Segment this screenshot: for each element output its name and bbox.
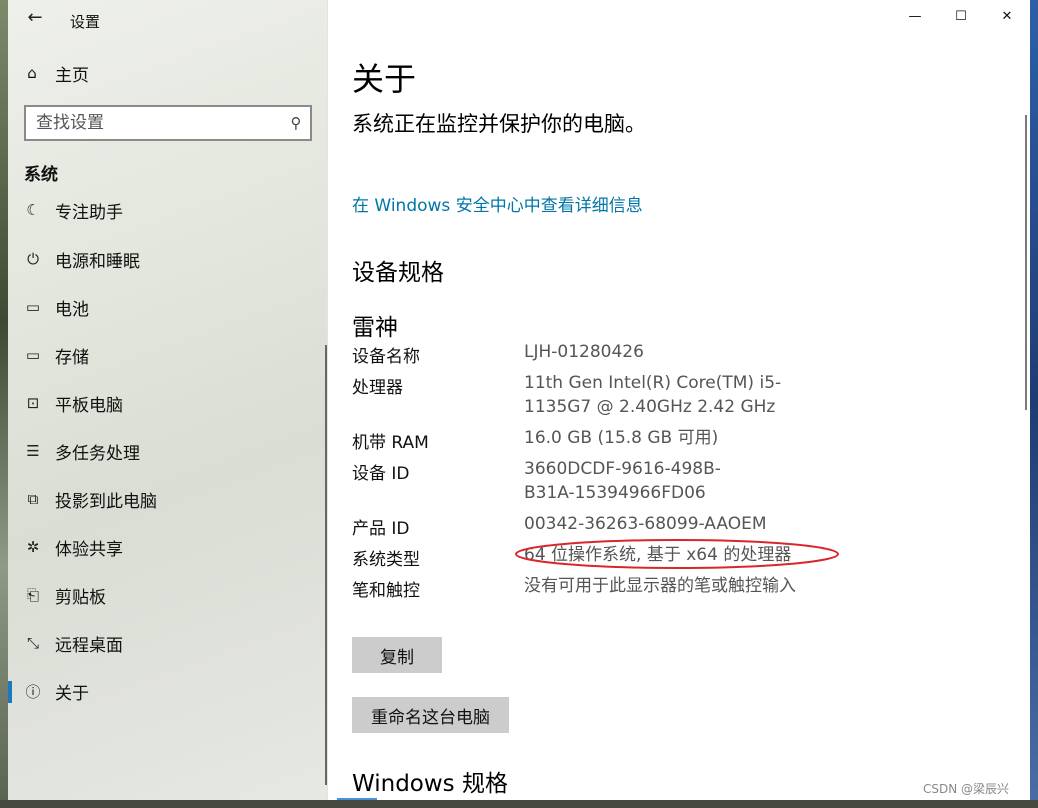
tablet-icon: ⊡ [26, 394, 40, 412]
sidebar-item-storage[interactable]: ▭ 存储 [8, 333, 326, 377]
app-title: 设置 [70, 13, 101, 31]
power-icon: ⏻ [27, 250, 39, 268]
sidebar-item-power-sleep[interactable]: ⏻ 电源和睡眠 [8, 237, 326, 281]
spec-label: 设备 ID [352, 464, 410, 484]
spec-value: LJH-01280426 [524, 342, 644, 362]
sidebar-item-project[interactable]: ⧉ 投影到此电脑 [8, 477, 326, 521]
search-input[interactable] [26, 107, 282, 139]
sidebar-item-label: 关于 [55, 683, 89, 704]
sidebar-item-label: 体验共享 [55, 539, 123, 560]
rename-pc-button[interactable]: 重命名这台电脑 [352, 697, 509, 733]
sidebar-item-battery[interactable]: ▭ 电池 [8, 285, 326, 329]
sidebar-item-home[interactable]: ⌂ 主页 [22, 58, 89, 88]
main-content: — ☐ ✕ 关于 系统正在监控并保护你的电脑。 在 Windows 安全中心中查… [328, 0, 1030, 800]
spec-value: 没有可用于此显示器的笔或触控输入 [524, 576, 796, 596]
sidebar-item-label: 专注助手 [55, 202, 123, 223]
home-icon: ⌂ [27, 64, 37, 82]
sidebar-item-label: 投影到此电脑 [55, 491, 157, 512]
storage-icon: ▭ [25, 346, 41, 364]
taskbar-indicator [337, 798, 377, 800]
sidebar-item-label: 电源和睡眠 [55, 251, 140, 272]
sidebar: ← 设置 ⌂ 主页 ⚲ 系统 ☾ 专注助手 ⏻ 电源和睡眠 ▭ 电池 [8, 0, 328, 800]
spec-label: 处理器 [352, 378, 403, 398]
desktop-background-bottom [0, 800, 1038, 808]
sidebar-item-label: 剪贴板 [55, 587, 106, 608]
watermark: CSDN @梁辰兴 [923, 782, 1010, 796]
spec-label: 产品 ID [352, 519, 410, 539]
spec-label: 机带 RAM [352, 433, 429, 453]
device-specs-title: 设备规格 [352, 260, 444, 286]
sidebar-item-clipboard[interactable]: ⎗ 剪贴板 [8, 573, 326, 617]
minimize-icon: — [908, 8, 922, 24]
maximize-button[interactable]: ☐ [938, 0, 984, 32]
sidebar-item-focus-assist[interactable]: ☾ 专注助手 [8, 196, 326, 232]
sidebar-item-tablet[interactable]: ⊡ 平板电脑 [8, 381, 326, 425]
desktop-background-right [1030, 0, 1038, 808]
spec-label: 设备名称 [352, 347, 420, 367]
sidebar-item-label: 平板电脑 [55, 395, 123, 416]
copy-button[interactable]: 复制 [352, 637, 442, 673]
content-scrollbar[interactable] [1025, 115, 1027, 410]
red-annotation-ellipse [515, 539, 839, 569]
battery-icon: ▭ [25, 298, 41, 316]
sidebar-item-remote-desktop[interactable]: ⤡ 远程桌面 [8, 621, 326, 665]
back-arrow-icon: ← [27, 6, 43, 28]
sidebar-item-multitasking[interactable]: ☰ 多任务处理 [8, 429, 326, 473]
sidebar-item-shared-experiences[interactable]: ✲ 体验共享 [8, 525, 326, 569]
caption-buttons: — ☐ ✕ [892, 0, 1030, 32]
sidebar-item-label: 多任务处理 [55, 443, 140, 464]
security-status-text: 系统正在监控并保护你的电脑。 [352, 112, 646, 136]
desktop-background-left [0, 0, 8, 808]
multitasking-icon: ☰ [26, 442, 40, 460]
spec-value: 3660DCDF-9616-498B-B31A-15394966FD06 [524, 459, 721, 503]
spec-label: 笔和触控 [352, 581, 420, 601]
sidebar-item-label: 存储 [55, 347, 89, 368]
settings-window: ← 设置 ⌂ 主页 ⚲ 系统 ☾ 专注助手 ⏻ 电源和睡眠 ▭ 电池 [8, 0, 1030, 800]
focus-assist-icon: ☾ [26, 201, 40, 219]
close-icon: ✕ [1001, 8, 1013, 24]
windows-specs-title: Windows 规格 [352, 771, 508, 797]
close-button[interactable]: ✕ [984, 0, 1030, 32]
sidebar-item-about[interactable]: ⓘ 关于 [8, 669, 326, 713]
page-title: 关于 [352, 60, 417, 98]
maximize-icon: ☐ [955, 8, 967, 24]
device-name-heading: 雷神 [352, 315, 398, 341]
back-button[interactable]: ← [18, 2, 52, 32]
search-icon[interactable]: ⚲ [282, 114, 310, 132]
spec-value: 11th Gen Intel(R) Core(TM) i5-1135G7 @ 2… [524, 373, 782, 417]
section-title: 系统 [24, 165, 58, 185]
sidebar-scrollbar[interactable] [325, 345, 327, 785]
project-icon: ⧉ [27, 490, 39, 508]
share-icon: ✲ [26, 538, 40, 556]
security-center-link[interactable]: 在 Windows 安全中心中查看详细信息 [352, 191, 643, 216]
info-icon: ⓘ [25, 682, 41, 701]
spec-label: 系统类型 [352, 550, 420, 570]
sidebar-item-label: 远程桌面 [55, 635, 123, 656]
spec-value: 16.0 GB (15.8 GB 可用) [524, 428, 719, 448]
search-box[interactable]: ⚲ [24, 105, 312, 141]
clipboard-icon: ⎗ [26, 586, 39, 604]
remote-desktop-icon: ⤡ [26, 634, 39, 652]
minimize-button[interactable]: — [892, 0, 938, 32]
spec-value: 00342-36263-68099-AAOEM [524, 514, 767, 534]
sidebar-item-label: 电池 [55, 299, 89, 320]
active-indicator [8, 681, 12, 703]
sidebar-item-label: 主页 [55, 65, 89, 86]
sidebar-nav-list: ☾ 专注助手 ⏻ 电源和睡眠 ▭ 电池 ▭ 存储 ⊡ 平板电脑 ☰ 多任务处理 [8, 196, 326, 800]
